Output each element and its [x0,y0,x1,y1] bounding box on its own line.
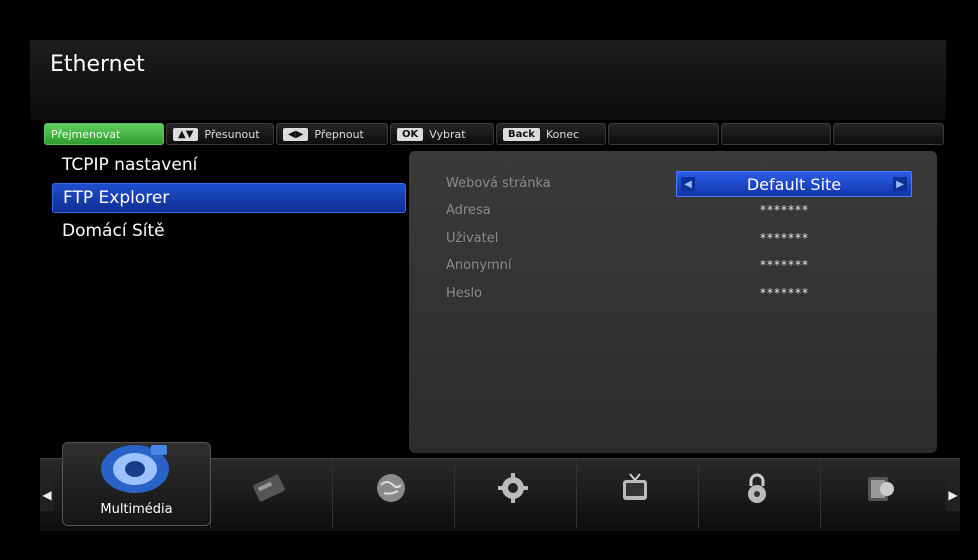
dock-divider [332,460,333,528]
password-value[interactable]: ******* [760,286,809,300]
menu-item-label: TCPIP nastavení [62,155,198,175]
dock-item-settings[interactable] [490,470,536,506]
hint-empty [833,123,945,145]
rename-hint[interactable]: Přejmenovat [44,123,164,145]
website-value: Default Site [746,174,842,194]
field-label-password: Heslo [446,286,483,301]
dock-item-book[interactable] [856,470,902,506]
menu-item-ftp-explorer[interactable]: FTP Explorer [52,183,406,213]
dock-item-lock[interactable] [734,470,780,506]
field-label-anonymous: Anonymní [446,258,512,273]
book-icon [868,477,894,501]
switch-label: Přepnout [314,127,364,141]
ok-label: Vybrat [429,127,466,141]
hint-empty [720,123,832,145]
field-label-website: Webová stránka [446,176,551,191]
card-icon [253,474,285,502]
rename-label: Přejmenovat [51,127,121,141]
page-title: Ethernet [50,52,145,77]
switch-key: ◀▶ [283,127,309,141]
chevron-right-icon[interactable]: ▶ [893,177,907,191]
address-value[interactable]: ******* [760,203,809,217]
dock-item-multimedia[interactable]: Multimédia [62,442,211,526]
dock-divider [454,460,455,528]
header: Ethernet [30,40,946,120]
back-key: Back [503,127,540,141]
dock-prev-icon[interactable]: ◀ [40,479,54,511]
move-label: Přesunout [204,127,260,141]
dock-item-tv[interactable] [612,470,658,506]
ok-hint: OK Vybrat [390,123,494,145]
dock-divider [698,460,699,528]
website-selector[interactable]: ◀ Default Site ▶ [676,171,912,197]
hint-bar: Přejmenovat ▲▼ Přesunout ◀▶ Přepnout OK … [44,123,946,145]
chevron-left-icon[interactable]: ◀ [681,177,695,191]
dock-active-label: Multimédia [100,502,173,517]
field-label-user: Uživatel [446,231,499,246]
menu-item-tcpip[interactable]: TCPIP nastavení [52,150,406,180]
tv-icon [623,473,647,500]
dock-next-icon[interactable]: ▶ [946,479,960,511]
dock-divider [820,460,821,528]
menu-item-label: Domácí Sítě [62,221,165,241]
user-value[interactable]: ******* [760,231,809,245]
hint-empty [608,123,719,145]
ok-key: OK [397,127,424,141]
back-label: Konec [545,127,580,141]
menu-item-home-network[interactable]: Domácí Sítě [52,216,406,246]
field-label-address: Adresa [446,203,491,218]
gear-icon [498,473,528,503]
globe-icon [377,474,405,502]
lock-icon [748,473,766,503]
move-hint: ▲▼ Přesunout [166,123,274,145]
dock-item-card[interactable] [246,470,292,506]
back-hint: Back Konec [496,123,606,145]
dock-item-globe[interactable] [368,470,414,506]
switch-hint: ◀▶ Přepnout [276,123,388,145]
multimedia-icon [101,445,169,493]
move-key: ▲▼ [173,127,199,141]
dock-divider [576,460,577,528]
anonymous-value[interactable]: ******* [760,258,809,272]
menu-item-label: FTP Explorer [63,188,170,208]
